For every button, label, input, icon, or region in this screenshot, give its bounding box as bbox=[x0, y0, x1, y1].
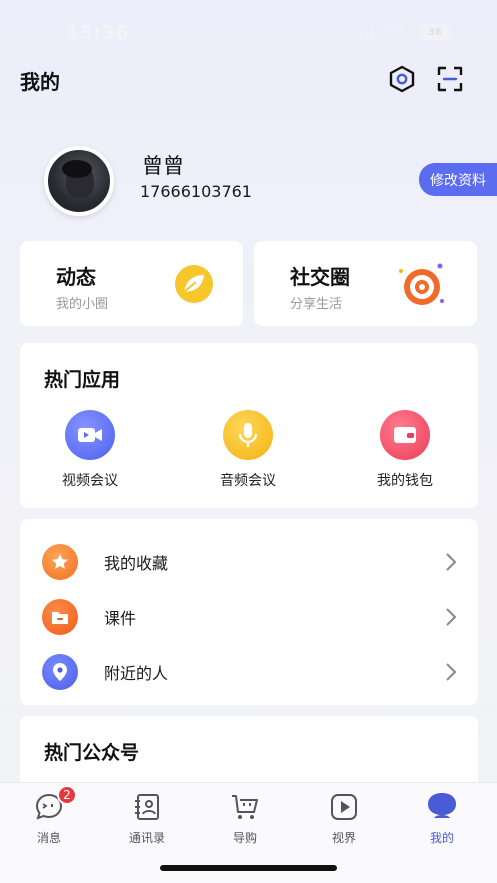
hot-apps-title: 热门应用 bbox=[44, 369, 121, 391]
chevron-right-icon bbox=[446, 608, 457, 626]
tab-me-label: 我的 bbox=[429, 831, 454, 845]
wallet-icon bbox=[380, 410, 430, 460]
play-video-icon bbox=[328, 791, 360, 823]
tab-shopping-label: 导购 bbox=[232, 831, 257, 845]
list-item-favorites[interactable]: 我的收藏 bbox=[20, 534, 480, 589]
status-bar: 15:36 38 bbox=[0, 0, 497, 64]
chevron-right-icon bbox=[446, 663, 457, 681]
profile-section: 曾曾 17666103761 修改资料 bbox=[0, 146, 497, 216]
favorites-label: 我的收藏 bbox=[104, 554, 169, 573]
wallet-label: 我的钱包 bbox=[377, 473, 433, 489]
target-icon bbox=[399, 263, 444, 305]
moments-card[interactable]: 动态 我的小圈 bbox=[20, 241, 243, 326]
star-icon bbox=[42, 544, 78, 580]
list-item-courseware[interactable]: 课件 bbox=[20, 589, 480, 644]
profile-name: 曾曾 bbox=[142, 154, 184, 178]
status-time: 15:36 bbox=[66, 22, 129, 44]
hot-apps-card: 热门应用 视频会议 音频会议 我的钱包 bbox=[20, 343, 478, 508]
edit-profile-button[interactable]: 修改资料 bbox=[419, 163, 497, 196]
scan-button[interactable] bbox=[435, 64, 465, 94]
moments-subtitle: 我的小圈 bbox=[56, 297, 109, 312]
video-camera-icon bbox=[65, 410, 115, 460]
avatar[interactable] bbox=[44, 146, 114, 216]
social-circle-card[interactable]: 社交圈 分享生活 bbox=[254, 241, 477, 326]
video-meeting-label: 视频会议 bbox=[62, 473, 118, 489]
list-item-nearby-people[interactable]: 附近的人 bbox=[20, 644, 480, 699]
home-indicator bbox=[160, 865, 337, 871]
scan-icon bbox=[437, 66, 463, 92]
tab-contacts[interactable]: 通讯录 bbox=[107, 791, 187, 846]
tab-vision[interactable]: 视界 bbox=[304, 791, 384, 846]
leaf-icon bbox=[175, 265, 213, 303]
battery-icon: 38 bbox=[419, 24, 451, 40]
audio-meeting-app[interactable]: 音频会议 bbox=[188, 410, 308, 490]
courseware-label: 课件 bbox=[104, 609, 137, 628]
tab-messages[interactable]: 2 消息 bbox=[9, 785, 89, 846]
tab-messages-label: 消息 bbox=[36, 831, 61, 845]
public-accounts-title: 热门公众号 bbox=[44, 742, 140, 764]
social-circle-subtitle: 分享生活 bbox=[290, 297, 343, 312]
shopping-cart-icon bbox=[229, 791, 261, 823]
page-title: 我的 bbox=[20, 70, 60, 94]
tab-shopping[interactable]: 导购 bbox=[205, 791, 285, 846]
microphone-icon bbox=[223, 410, 273, 460]
profile-icon bbox=[426, 791, 458, 823]
bottom-tab-bar: 2 消息 通讯录 导购 视界 我的 bbox=[0, 782, 497, 883]
chat-bubble-icon: 2 bbox=[33, 785, 77, 823]
wifi-icon bbox=[387, 25, 407, 38]
contacts-book-icon bbox=[131, 791, 163, 823]
profile-phone: 17666103761 bbox=[140, 182, 252, 201]
status-icons: 38 bbox=[355, 24, 451, 40]
video-meeting-app[interactable]: 视频会议 bbox=[30, 410, 150, 490]
social-circle-title: 社交圈 bbox=[290, 265, 350, 289]
location-pin-icon bbox=[42, 654, 78, 690]
moments-title: 动态 bbox=[56, 265, 96, 289]
nearby-people-label: 附近的人 bbox=[104, 664, 169, 683]
settings-button[interactable] bbox=[387, 64, 417, 94]
header: 我的 bbox=[0, 62, 497, 98]
tab-contacts-label: 通讯录 bbox=[128, 831, 165, 845]
tab-vision-label: 视界 bbox=[331, 831, 356, 845]
cellular-signal-icon bbox=[355, 25, 375, 39]
folder-icon bbox=[42, 599, 78, 635]
audio-meeting-label: 音频会议 bbox=[220, 473, 276, 489]
menu-list-card: 我的收藏 课件 附近的人 bbox=[20, 519, 478, 705]
chevron-right-icon bbox=[446, 553, 457, 571]
tab-me[interactable]: 我的 bbox=[402, 791, 482, 846]
unread-badge: 2 bbox=[57, 785, 77, 805]
wallet-app[interactable]: 我的钱包 bbox=[345, 410, 465, 490]
settings-hexagon-icon bbox=[389, 65, 415, 93]
